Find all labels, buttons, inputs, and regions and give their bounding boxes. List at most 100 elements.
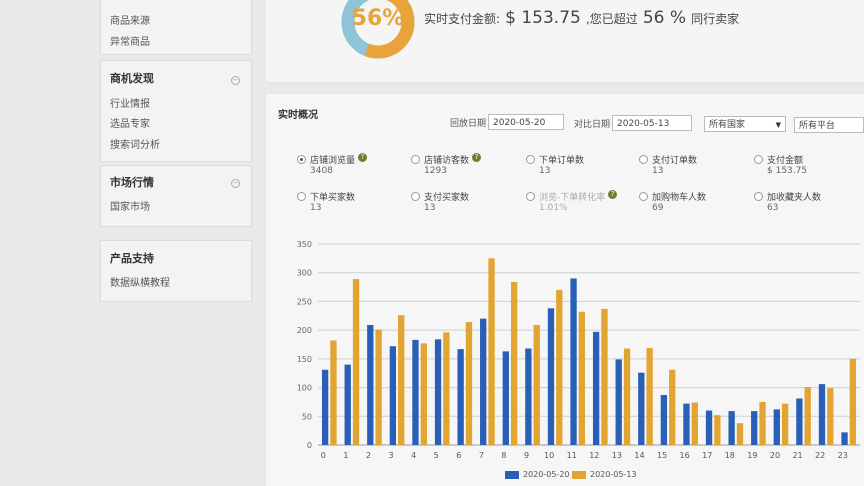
radio-button[interactable]: [639, 192, 648, 201]
radio-button[interactable]: [754, 192, 763, 201]
radio-button[interactable]: [411, 155, 420, 164]
metric-value: 13: [539, 166, 551, 176]
bar: [818, 384, 826, 445]
collapse-market-icon[interactable]: −: [231, 179, 240, 188]
x-tick-label: 18: [725, 451, 735, 460]
platform-select[interactable]: 所有平台: [794, 117, 864, 133]
sidebar-item-product-expert[interactable]: 选品专家: [110, 115, 150, 130]
sidebar-item-country-market[interactable]: 国家市场: [110, 198, 150, 213]
x-tick-label: 17: [702, 451, 712, 460]
metric-label: 店铺访客数?: [424, 153, 482, 166]
sidebar-section-support[interactable]: 产品支持: [110, 250, 154, 266]
bar: [510, 281, 518, 445]
compare-date-label: 对比日期: [574, 120, 611, 130]
metric-label-text: 加收藏夹人数: [767, 193, 822, 203]
bar: [660, 395, 668, 445]
metric-label: 加收藏夹人数: [767, 190, 821, 203]
metric-label: 下单买家数: [310, 190, 355, 203]
metric-label-text: 支付订单数: [652, 156, 698, 166]
sidebar-section-opportunity[interactable]: 商机发现: [110, 70, 154, 86]
x-tick-label: 20: [770, 451, 780, 460]
bar: [525, 348, 532, 445]
radio-button[interactable]: [297, 192, 306, 201]
bar: [465, 322, 473, 445]
bar: [849, 358, 857, 445]
help-icon[interactable]: ?: [358, 153, 368, 162]
metric-label-text: 店铺访客数: [424, 156, 470, 166]
x-tick-label: 5: [434, 451, 439, 460]
x-tick-label: 13: [612, 451, 622, 460]
help-icon[interactable]: ?: [608, 190, 618, 199]
radio-button[interactable]: [526, 155, 535, 164]
legend-item-series-1[interactable]: 2020-05-20: [505, 470, 570, 479]
backtrack-date-input[interactable]: 2020-05-20: [488, 114, 564, 130]
x-tick-label: 14: [634, 451, 644, 460]
bar: [375, 329, 382, 445]
bar: [321, 369, 329, 445]
beat-value: 56 %: [642, 8, 687, 28]
sidebar-item-data-tutorial[interactable]: 数据纵横教程: [110, 274, 170, 289]
bar: [669, 369, 676, 445]
bar: [751, 411, 758, 445]
metric-label-text: 下单订单数: [539, 156, 585, 166]
radio-button[interactable]: [639, 155, 648, 164]
collapse-opportunity-icon[interactable]: −: [231, 76, 240, 85]
radio-button[interactable]: [297, 155, 306, 164]
radio-button[interactable]: [754, 155, 763, 164]
bar: [547, 308, 555, 445]
y-tick-label: 250: [297, 297, 312, 306]
bar: [533, 324, 540, 445]
country-select[interactable]: 所有国家 ▼: [704, 116, 786, 132]
sidebar-item-search-term-analysis[interactable]: 搜索词分析: [110, 136, 160, 151]
x-tick-label: 15: [657, 451, 667, 460]
bar: [683, 403, 690, 445]
backtrack-date-label: 回放日期: [450, 119, 487, 129]
metric-label: 支付订单数: [652, 153, 697, 166]
metric-label: 支付金额: [767, 153, 803, 166]
x-tick-label: 0: [321, 451, 326, 460]
x-tick-label: 7: [479, 451, 484, 460]
radio-button[interactable]: [526, 192, 535, 201]
help-icon[interactable]: ?: [472, 153, 482, 162]
metric-label-text: 加购物车人数: [652, 193, 707, 203]
legend-item-series-2[interactable]: 2020-05-13: [572, 470, 637, 479]
bar: [389, 346, 397, 445]
sidebar-item-industry-intel[interactable]: 行业情报: [110, 95, 150, 110]
x-tick-label: 4: [411, 451, 416, 460]
metric-value: 3408: [310, 166, 333, 176]
x-tick-label: 23: [838, 451, 848, 460]
metric-label-text: 下单买家数: [310, 193, 356, 203]
bar: [434, 339, 442, 445]
metric-label-text: 浏览-下单转化率: [539, 193, 606, 203]
radio-button[interactable]: [411, 192, 420, 201]
beat-label: ,您已超过: [585, 12, 638, 26]
platform-select-value: 所有平台: [799, 121, 836, 131]
metric-value: 13: [652, 166, 664, 176]
x-tick-label: 19: [747, 451, 757, 460]
metric-label: 下单订单数: [539, 153, 584, 166]
x-tick-label: 16: [680, 451, 690, 460]
sidebar: 商品来源 异常商品 商机发现 − 行业情报 选品专家 搜索词分析 市场行情 − …: [0, 0, 252, 486]
bar: [796, 398, 803, 445]
beat-suffix: 同行卖家: [691, 12, 740, 26]
x-tick-label: 6: [456, 451, 461, 460]
bar: [502, 351, 509, 445]
metric-value: 63: [767, 203, 779, 213]
sidebar-item-product-source[interactable]: 商品来源: [110, 12, 150, 27]
metric-label-text: 支付买家数: [424, 193, 470, 203]
bar: [623, 348, 631, 445]
bar: [714, 415, 721, 445]
hourly-bar-chart: 0501001502002503003500 1 2 3 4 5 6 7 8 9 10 11 12 13 1…: [297, 240, 860, 460]
compare-date-input[interactable]: 2020-05-13: [612, 115, 692, 131]
x-tick-label: 1: [343, 451, 348, 460]
bar: [592, 331, 600, 445]
country-select-value: 所有国家: [709, 120, 746, 130]
bar: [578, 311, 586, 445]
bar: [781, 403, 789, 445]
bar: [570, 278, 577, 445]
sidebar-section-market[interactable]: 市场行情: [110, 174, 154, 190]
sidebar-item-abnormal-products[interactable]: 异常商品: [110, 33, 150, 48]
metric-value: 69: [652, 203, 664, 213]
bar: [759, 401, 766, 445]
metric-value: 13: [424, 203, 436, 213]
